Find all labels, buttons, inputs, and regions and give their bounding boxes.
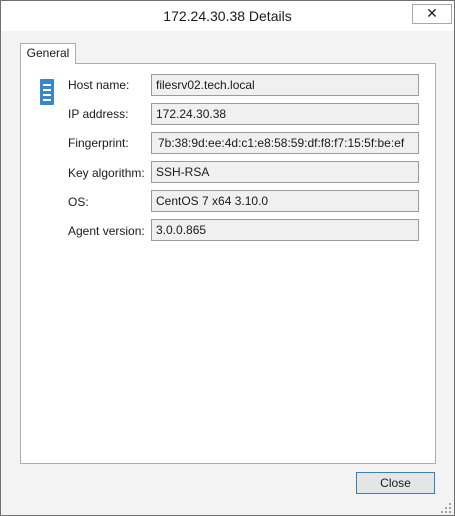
host-name-field[interactable]: filesrv02.tech.local: [151, 74, 419, 96]
server-icon: [40, 79, 54, 105]
os-label: OS:: [68, 195, 89, 209]
close-window-button[interactable]: ✕: [412, 4, 452, 24]
ip-address-field[interactable]: 172.24.30.38: [151, 103, 419, 125]
os-field[interactable]: CentOS 7 x64 3.10.0: [151, 190, 419, 212]
agent-version-field[interactable]: 3.0.0.865: [151, 219, 419, 241]
fingerprint-label: Fingerprint:: [68, 136, 129, 150]
window-title: 172.24.30.38 Details: [163, 8, 292, 24]
title-bar: 172.24.30.38 Details ✕: [1, 1, 454, 31]
close-button[interactable]: Close: [356, 472, 435, 494]
fingerprint-field[interactable]: 7b:38:9d:ee:4d:c1:e8:58:59:df:f8:f7:15:5…: [151, 132, 419, 154]
host-name-label: Host name:: [68, 78, 130, 92]
key-algorithm-field[interactable]: SSH-RSA: [151, 161, 419, 183]
resize-grip-icon[interactable]: [441, 503, 451, 513]
agent-version-label: Agent version:: [68, 224, 145, 238]
key-algorithm-label: Key algorithm:: [68, 166, 145, 180]
tab-general[interactable]: General: [20, 43, 76, 64]
close-icon: ✕: [426, 5, 438, 21]
ip-address-label: IP address:: [68, 107, 129, 121]
